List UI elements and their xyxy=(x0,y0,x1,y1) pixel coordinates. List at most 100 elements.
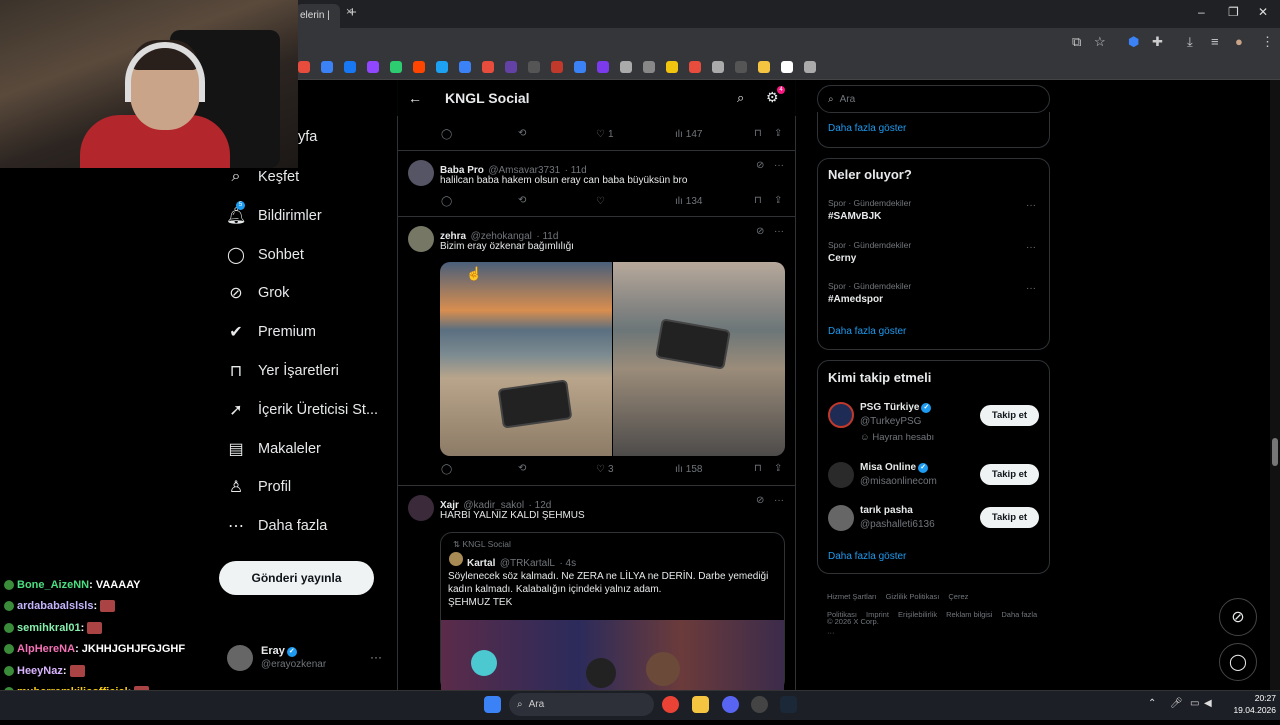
follow-button[interactable]: Takip et xyxy=(980,405,1039,426)
grok-float-button[interactable]: ⊘ xyxy=(1219,598,1257,636)
download-icon[interactable]: ⤓ xyxy=(1187,34,1193,50)
messages-float-button[interactable]: ◯ xyxy=(1219,643,1257,681)
footer-link[interactable]: Erişilebilirlik xyxy=(898,610,937,619)
windows-start-icon[interactable] xyxy=(484,696,501,713)
footer-link[interactable]: Gizlilik Politikası xyxy=(886,592,940,601)
clock-time[interactable]: 20:27 xyxy=(1246,693,1276,703)
show-more-link[interactable]: Daha fazla göster xyxy=(828,123,906,134)
more-icon[interactable]: ··· xyxy=(774,160,784,171)
reply-icon[interactable]: ◯ xyxy=(441,196,452,207)
show-more-link[interactable]: Daha fazla göster xyxy=(828,326,906,337)
bookmark-favicon-icon[interactable] xyxy=(804,61,816,73)
nav-item-1[interactable]: 🔔︎ Bildirimler 5 xyxy=(226,200,322,231)
reply-icon[interactable]: ◯ xyxy=(441,129,452,140)
nav-partial-item[interactable]: yfa xyxy=(298,129,317,145)
nav-item-6[interactable]: ➚ İçerik Üreticisi St... xyxy=(226,395,378,425)
bookmark-favicon-icon[interactable] xyxy=(597,61,609,73)
bookmark-favicon-icon[interactable] xyxy=(758,61,770,73)
search-icon[interactable]: ⌕ xyxy=(737,90,744,106)
restore-button[interactable]: ❐ xyxy=(1228,5,1239,19)
media-control-icon[interactable]: ≡ xyxy=(1211,34,1219,49)
avatar[interactable] xyxy=(828,462,854,488)
clock-date[interactable]: 19.04.2026 xyxy=(1228,705,1276,715)
more-icon[interactable]: ··· xyxy=(774,226,784,237)
footer-link[interactable]: Reklam bilgisi xyxy=(946,610,992,619)
extension-shield-icon[interactable]: ⬢ xyxy=(1128,34,1139,50)
grok-icon[interactable]: ⊘ xyxy=(756,226,764,237)
trend-name[interactable]: #Amedspor xyxy=(828,294,883,305)
reply-icon[interactable]: ◯ xyxy=(441,464,452,475)
views-button[interactable]: ılı 134 xyxy=(675,196,702,207)
more-icon[interactable]: ··· xyxy=(1026,283,1036,294)
volume-icon[interactable]: ◀ xyxy=(1204,698,1212,709)
more-icon[interactable]: ··· xyxy=(1026,200,1036,211)
share-icon[interactable]: ⇪ xyxy=(774,463,782,474)
trend-name[interactable]: #SAMvBJK xyxy=(828,211,881,222)
bookmark-favicon-icon[interactable] xyxy=(344,61,356,73)
bookmark-favicon-icon[interactable] xyxy=(321,61,333,73)
bookmark-icon[interactable]: ⊓ xyxy=(754,128,762,139)
back-arrow-icon[interactable]: ← xyxy=(408,90,422,106)
browser-tab[interactable]: elerin | xyxy=(296,4,340,28)
nav-item-8[interactable]: ♙ Profil xyxy=(226,472,291,502)
bookmark-favicon-icon[interactable] xyxy=(574,61,586,73)
tweet-image-beach-left[interactable] xyxy=(440,262,612,456)
avatar[interactable] xyxy=(408,495,434,521)
nav-item-5[interactable]: ⊓ Yer İşaretleri xyxy=(226,356,339,386)
nav-item-4[interactable]: ✔ Premium xyxy=(226,317,316,347)
footer-link[interactable]: Hizmet Şartları xyxy=(827,592,877,601)
steam-icon[interactable] xyxy=(780,696,797,713)
app-icon[interactable] xyxy=(751,696,768,713)
retweet-icon[interactable]: ⟲ xyxy=(518,195,526,206)
share-icon[interactable]: ⇪ xyxy=(774,128,782,139)
bookmark-favicon-icon[interactable] xyxy=(528,61,540,73)
follow-name[interactable]: Misa Online ✓ xyxy=(860,462,929,473)
follow-name[interactable]: PSG Türkiye ✓ xyxy=(860,402,932,413)
discord-icon[interactable] xyxy=(722,696,739,713)
bookmark-icon[interactable]: ⊓ xyxy=(754,195,762,206)
follow-button[interactable]: Takip et xyxy=(980,507,1039,528)
cast-icon[interactable]: ⧉ xyxy=(1072,34,1081,50)
views-button[interactable]: ılı 147 xyxy=(675,129,702,140)
bookmark-favicon-icon[interactable] xyxy=(436,61,448,73)
nav-item-7[interactable]: ▤ Makaleler xyxy=(226,434,320,464)
bookmark-favicon-icon[interactable] xyxy=(390,61,402,73)
avatar[interactable] xyxy=(408,226,434,252)
like-button[interactable]: ♡ 1 xyxy=(596,129,614,140)
share-icon[interactable]: ⇪ xyxy=(774,195,782,206)
microphone-icon[interactable]: 🎤︎ xyxy=(1170,698,1183,709)
account-name[interactable]: Eray ✓ xyxy=(261,645,297,657)
follow-button[interactable]: Takip et xyxy=(980,464,1039,485)
search-input[interactable]: ⌕ Ara xyxy=(817,85,1050,113)
nav-item-2[interactable]: ◯ Sohbet xyxy=(226,240,304,270)
grok-icon[interactable]: ⊘ xyxy=(756,495,764,506)
views-button[interactable]: ılı 158 xyxy=(675,464,702,475)
grok-icon[interactable]: ⊘ xyxy=(756,160,764,171)
retweet-icon[interactable]: ⟲ xyxy=(518,128,526,139)
bookmark-favicon-icon[interactable] xyxy=(413,61,425,73)
more-icon[interactable]: ··· xyxy=(774,495,784,506)
bookmark-favicon-icon[interactable] xyxy=(643,61,655,73)
trend-name[interactable]: Cerny xyxy=(828,253,856,264)
nav-item-9[interactable]: ⋯ Daha fazla xyxy=(226,511,327,541)
bookmark-favicon-icon[interactable] xyxy=(459,61,471,73)
bookmark-favicon-icon[interactable] xyxy=(689,61,701,73)
chrome-icon[interactable] xyxy=(662,696,679,713)
bookmark-favicon-icon[interactable] xyxy=(482,61,494,73)
avatar[interactable] xyxy=(408,160,434,186)
star-bookmark-icon[interactable]: ☆ xyxy=(1094,34,1106,50)
bookmark-favicon-icon[interactable] xyxy=(367,61,379,73)
new-tab-button[interactable]: + xyxy=(348,4,357,21)
menu-icon[interactable]: ⋮ xyxy=(1261,34,1274,50)
display-icon[interactable]: ▭ xyxy=(1190,698,1199,709)
avatar[interactable] xyxy=(828,505,854,531)
bookmark-favicon-icon[interactable] xyxy=(712,61,724,73)
post-button[interactable]: Gönderi yayınla xyxy=(219,561,374,595)
account-more-icon[interactable]: ··· xyxy=(370,650,382,664)
profile-avatar-icon[interactable]: ● xyxy=(1235,34,1243,49)
scrollbar[interactable] xyxy=(1270,80,1280,690)
tray-chevron-icon[interactable]: ⌃ xyxy=(1148,698,1156,709)
more-icon[interactable]: ··· xyxy=(1026,242,1036,253)
like-button[interactable]: ♡ 3 xyxy=(596,464,614,475)
bookmark-icon[interactable]: ⊓ xyxy=(754,463,762,474)
